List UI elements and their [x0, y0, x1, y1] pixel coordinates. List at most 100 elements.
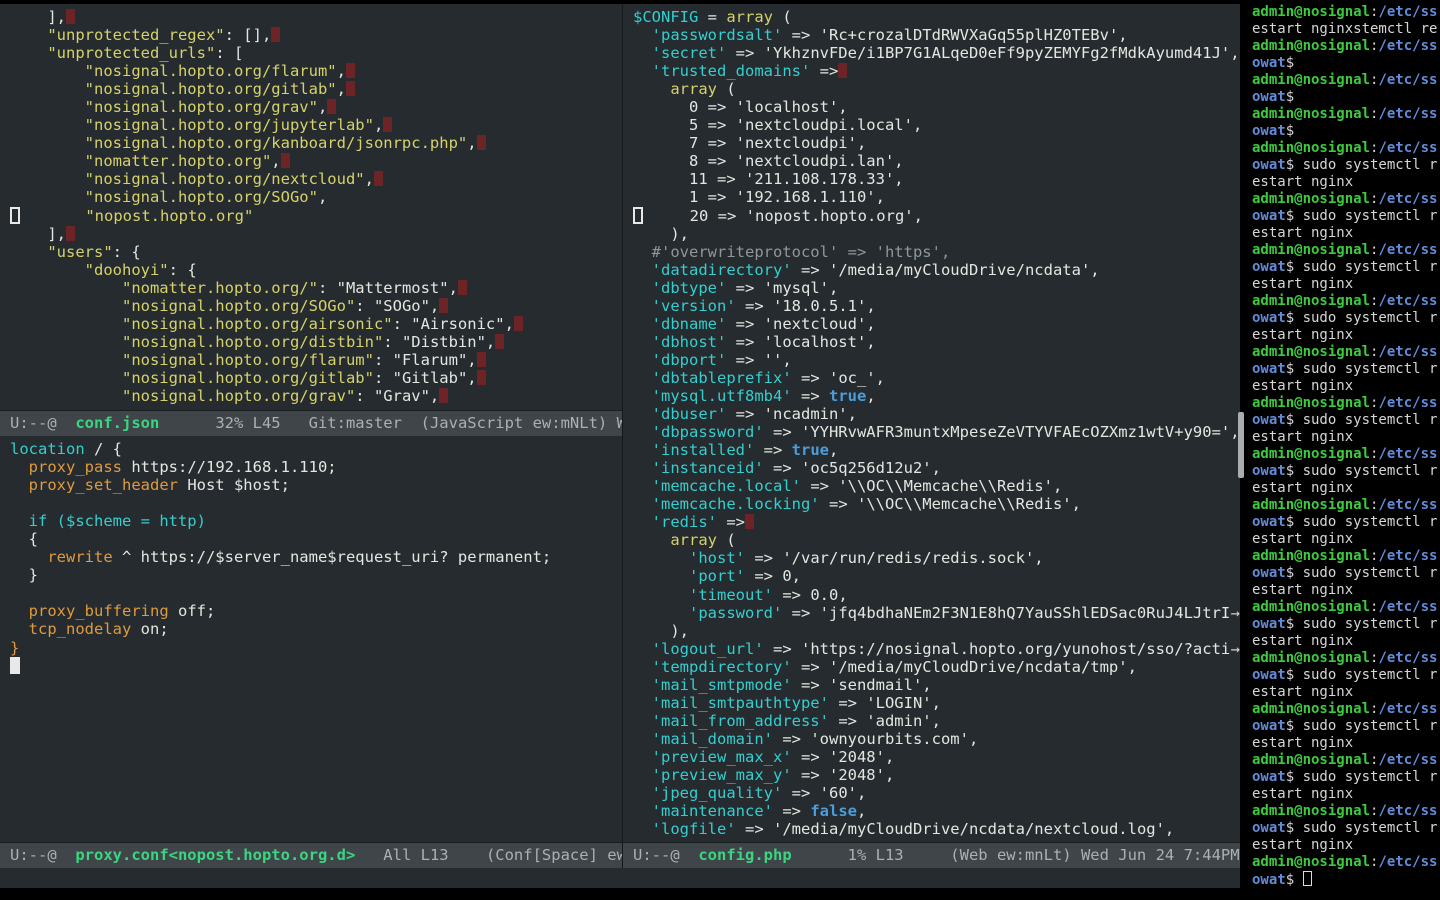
code-text: estart nginx	[1252, 327, 1353, 343]
code-text: => 0,	[745, 567, 801, 585]
code-text: "nosignal.hopto.org/SOGo"	[122, 297, 355, 315]
trailing-whitespace-marker	[66, 226, 75, 241]
code-line: proxy_buffering off;	[10, 602, 622, 620]
code-text: 'logout_url'	[652, 640, 764, 658]
modeline-state: U:--@	[10, 846, 75, 864]
code-text: owat	[1252, 820, 1286, 836]
code-text: /etc/ss	[1378, 242, 1437, 258]
code-text: owat	[1252, 616, 1286, 632]
code-text: owat	[1252, 89, 1286, 105]
code-text: admin@nosignal	[1252, 752, 1370, 768]
code-line: proxy_set_header Host $host;	[10, 476, 622, 494]
modeline-proxy-conf: U:--@ proxy.conf<nopost.hopto.org.d> All…	[0, 842, 632, 869]
code-text: : "Airsonic",	[393, 315, 514, 333]
code-text	[10, 62, 85, 80]
code-text: => 'jfq4bdhaNEm2F3N1E8hQ7YauSShlEDSac0Ru…	[782, 604, 1241, 622]
code-text: admin@nosignal	[1252, 701, 1370, 717]
code-text: => '2048',	[792, 748, 895, 766]
code-text: 'tempdirectory'	[652, 658, 792, 676]
code-text: owat	[1252, 565, 1286, 581]
code-text: owat	[1252, 769, 1286, 785]
code-text: 8 => 'nextcloudpi.lan',	[633, 152, 904, 170]
code-text: admin@nosignal	[1252, 140, 1370, 156]
code-text: ,	[374, 116, 383, 134]
code-text: 'version'	[652, 297, 736, 315]
code-text	[633, 405, 652, 423]
editor-window-config-php[interactable]: $CONFIG = array ( 'passwordsalt' => 'Rc+…	[622, 4, 1241, 842]
code-text: estart nginx	[1252, 429, 1353, 445]
editor-window-conf-json[interactable]: ], "unprotected_regex": [], "unprotected…	[0, 4, 622, 410]
code-text: 'jpeg_quality'	[652, 784, 783, 802]
modeline-state: U:--@	[633, 846, 698, 864]
code-text: 'password'	[689, 604, 782, 622]
code-line: "nosignal.hopto.org/nextcloud",	[10, 170, 622, 188]
code-text: (	[717, 80, 736, 98]
code-line	[10, 494, 622, 512]
code-text	[10, 476, 29, 494]
code-text: =>	[773, 802, 810, 820]
code-text: / {	[85, 440, 122, 458]
code-text: owat	[1252, 718, 1286, 734]
code-text: $ sudo systemctl r	[1286, 412, 1438, 428]
code-line: 8 => 'nextcloudpi.lan',	[633, 152, 1241, 170]
code-line: }	[10, 639, 622, 657]
terminal-cursor	[1303, 871, 1312, 886]
code-text: $ sudo systemctl r	[1286, 820, 1438, 836]
code-line: 'secret' => 'YkhznvFDe/i1BP7G1ALqeD0eFf9…	[633, 44, 1241, 62]
code-text: /etc/ss	[1378, 106, 1437, 122]
code-text: estart nginx	[1252, 378, 1353, 394]
code-text: /etc/ss	[1378, 854, 1437, 870]
code-line: 'dbpassword' => 'YYHRvwAFR3muntxMpeseZeV…	[633, 423, 1241, 441]
code-line: 'mail_smtpmode' => 'sendmail',	[633, 676, 1241, 694]
code-line: "unprotected_urls": [	[10, 44, 622, 62]
code-text: => 'https://nosignal.hopto.org/yunohost/…	[764, 640, 1241, 658]
code-text: $ sudo systemctl r	[1286, 514, 1438, 530]
trailing-whitespace-marker	[745, 514, 754, 529]
code-line: "nosignal.hopto.org/gitlab": "Gitlab",	[10, 369, 622, 387]
code-line: "users": {	[10, 243, 622, 261]
code-text: 'installed'	[652, 441, 755, 459]
hollow-cursor	[633, 207, 643, 224]
editor-window-proxy-conf[interactable]: location / { proxy_pass https://192.168.…	[0, 436, 622, 842]
code-text: 'redis'	[652, 513, 717, 531]
code-text: }	[10, 639, 19, 657]
code-text	[633, 297, 652, 315]
terminal-scrollbar-thumb[interactable]	[1238, 412, 1244, 478]
code-text: /etc/ss	[1378, 293, 1437, 309]
code-line: proxy_pass https://192.168.1.110;	[10, 458, 622, 476]
modeline-info: 1% L13 (Web ew:mnLt) Wed Jun 24 7:44PM 1	[792, 846, 1251, 864]
code-text: ,	[866, 387, 875, 405]
trailing-whitespace-marker	[477, 135, 486, 150]
terminal-line: owat$ sudo systemctl r	[1252, 259, 1440, 276]
code-text	[10, 512, 29, 530]
code-text	[10, 116, 85, 134]
code-text: admin@nosignal	[1252, 293, 1370, 309]
terminal-line: owat$ sudo systemctl r	[1252, 157, 1440, 174]
code-text: 'dbport'	[652, 351, 727, 369]
code-text: => 'mysql',	[726, 279, 838, 297]
code-line: ],	[10, 225, 622, 243]
code-text: ,	[829, 441, 838, 459]
code-text: estart nginx	[1252, 174, 1353, 190]
code-line: 'dbport' => '',	[633, 351, 1241, 369]
code-text: $	[1286, 55, 1294, 71]
code-text: /etc/ss	[1378, 752, 1437, 768]
trailing-whitespace-marker	[514, 316, 523, 331]
code-text: ),	[633, 622, 689, 640]
code-line: #'overwriteprotocol' => 'https',	[633, 243, 1241, 261]
trailing-whitespace-marker	[458, 280, 467, 295]
code-text: false	[810, 802, 857, 820]
terminal-line: estart nginx	[1252, 837, 1440, 854]
terminal-line: owat$ sudo systemctl r	[1252, 412, 1440, 429]
code-text	[10, 620, 29, 638]
code-text: => '2048',	[792, 766, 895, 784]
code-text: "nosignal.hopto.org/grav"	[122, 387, 355, 405]
code-line: 'mail_domain' => 'ownyourbits.com',	[633, 730, 1241, 748]
terminal-line: owat$	[1252, 123, 1440, 140]
code-text: $ sudo systemctl r	[1286, 310, 1438, 326]
code-line: location / {	[10, 440, 622, 458]
terminal-pane[interactable]: admin@nosignal:/etc/ssestart nginxstemct…	[1240, 0, 1440, 900]
code-line: $CONFIG = array (	[633, 8, 1241, 26]
code-text: ^ https://$server_name$request_uri? perm…	[113, 548, 552, 566]
terminal-line: estart nginx	[1252, 327, 1440, 344]
